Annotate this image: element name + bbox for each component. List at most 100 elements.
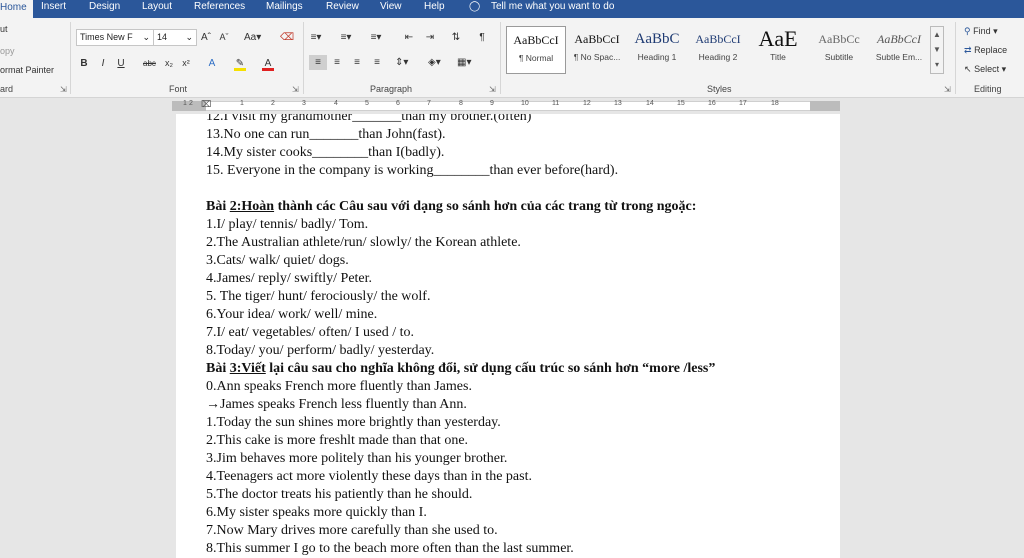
tab-layout[interactable]: Layout <box>142 1 172 12</box>
increase-indent-icon[interactable]: ⇥ <box>424 30 436 45</box>
chevron-down-icon: ⌄ <box>185 32 193 42</box>
clipboard-launcher-icon[interactable]: ⇲ <box>60 85 67 94</box>
sort-icon[interactable]: ⇅ <box>450 30 462 45</box>
tab-mailings[interactable]: Mailings <box>266 1 303 12</box>
ruler-tick-label: 7 <box>427 100 431 107</box>
text-effects-icon[interactable]: A <box>206 56 218 71</box>
tab-view[interactable]: View <box>380 1 402 12</box>
cut-button[interactable]: ut <box>0 24 8 34</box>
doc-line: 12.I visit my grandmother_______than my … <box>206 114 532 124</box>
highlight-icon[interactable]: ✎ <box>234 56 246 71</box>
change-case-icon[interactable]: Aa▾ <box>244 30 261 45</box>
grow-font-icon[interactable]: Aˆ <box>200 30 212 45</box>
clipboard-group-label: ard <box>0 84 14 94</box>
document-body[interactable]: 12.I visit my grandmother_______than my … <box>206 114 826 558</box>
replace-label: Replace <box>974 45 1008 55</box>
shading-icon[interactable]: ◈▾ <box>428 55 441 70</box>
document-page[interactable]: 12.I visit my grandmother_______than my … <box>176 114 840 558</box>
copy-button[interactable]: opy <box>0 46 15 56</box>
divider <box>500 22 501 94</box>
tab-help[interactable]: Help <box>424 1 445 12</box>
replace-button[interactable]: ⇄ Replace <box>964 45 1007 56</box>
list-item: 3.Cats/ walk/ quiet/ dogs. <box>206 253 349 268</box>
doc-line: 14.My sister cooks________than I(badly). <box>206 145 445 160</box>
strikethrough-button[interactable]: abc <box>143 56 156 71</box>
decrease-indent-icon[interactable]: ⇤ <box>403 30 415 45</box>
editing-group-label: Editing <box>974 84 1002 94</box>
borders-icon[interactable]: ▦▾ <box>457 55 471 70</box>
style-preview: AaBbCcI <box>877 32 921 46</box>
style-preview: AaE <box>758 26 798 51</box>
lightbulb-icon: ◯ <box>469 1 481 12</box>
clear-formatting-icon[interactable]: ⌫ <box>280 30 294 45</box>
tab-review[interactable]: Review <box>326 1 359 12</box>
select-label: Select <box>974 64 1000 74</box>
tab-insert[interactable]: Insert <box>41 1 66 12</box>
divider <box>303 22 304 94</box>
ruler-tick-label: 3 <box>302 100 306 107</box>
list-item: 7.Now Mary drives more carefully than sh… <box>206 523 498 538</box>
ruler-tick-label: 13 <box>614 100 622 107</box>
font-name-value: Times New F <box>80 32 133 42</box>
numbering-icon[interactable]: ≡▾ <box>340 30 352 45</box>
styles-launcher-icon[interactable]: ⇲ <box>944 85 951 94</box>
font-name-dropdown[interactable]: Times New F ⌄ <box>76 29 154 46</box>
style-no-spacing[interactable]: AaBbCcI ¶ No Spac... <box>567 26 627 74</box>
line-spacing-icon[interactable]: ⇕▾ <box>395 55 408 70</box>
align-right-icon[interactable]: ≡ <box>351 55 363 70</box>
heading-number: 2:Hoàn <box>229 199 275 214</box>
style-subtle-emphasis[interactable]: AaBbCcI Subtle Em... <box>869 26 929 74</box>
justify-icon[interactable]: ≡ <box>371 55 383 70</box>
ribbon-tab-bar: Home Insert Design Layout References Mai… <box>0 0 1024 18</box>
style-title[interactable]: AaE Title <box>748 26 808 74</box>
superscript-button[interactable]: x² <box>180 56 192 71</box>
font-color-icon[interactable]: A <box>262 56 274 71</box>
ruler-tick-label: 17 <box>739 100 747 107</box>
divider <box>70 22 71 94</box>
styles-scroll[interactable]: ▲ ▼ ▾ <box>930 26 944 74</box>
style-preview: AaBbCcI <box>695 32 741 46</box>
ruler-tick-label: 12 <box>583 100 591 107</box>
style-subtitle[interactable]: AaBbCc Subtitle <box>809 26 869 74</box>
list-item: →James speaks French less fluently than … <box>206 397 467 412</box>
tab-references[interactable]: References <box>194 1 245 12</box>
underline-button[interactable]: U <box>115 56 127 71</box>
font-launcher-icon[interactable]: ⇲ <box>292 85 299 94</box>
align-left-icon[interactable]: ≡ <box>309 55 327 70</box>
search-icon: ⚲ <box>964 26 971 36</box>
show-formatting-icon[interactable]: ¶ <box>476 30 488 45</box>
style-name: Subtle Em... <box>875 52 923 62</box>
doc-line: 13.No one can run_______than John(fast). <box>206 127 446 142</box>
shrink-font-icon[interactable]: Aˇ <box>218 30 230 45</box>
style-normal[interactable]: AaBbCcI ¶ Normal <box>506 26 566 74</box>
ruler-tick-label: 2 <box>189 100 193 107</box>
paragraph-launcher-icon[interactable]: ⇲ <box>489 85 496 94</box>
style-heading-1[interactable]: AaBbC Heading 1 <box>627 26 687 74</box>
tab-home[interactable]: Home <box>0 0 33 18</box>
italic-button[interactable]: I <box>97 56 109 71</box>
tell-me-search[interactable]: Tell me what you want to do <box>491 1 614 12</box>
bullets-icon[interactable]: ≡▾ <box>310 30 322 45</box>
horizontal-ruler[interactable]: ⌧ 1 2 1 2 3 4 5 6 7 8 9 10 11 12 13 14 15 16 17 18 <box>0 98 1024 114</box>
format-painter-button[interactable]: ormat Painter <box>0 65 54 75</box>
font-size-dropdown[interactable]: 14 ⌄ <box>153 29 197 46</box>
multilevel-list-icon[interactable]: ≡▾ <box>370 30 382 45</box>
ribbon: ut opy ormat Painter ard ⇲ Times New F ⌄ … <box>0 18 1024 98</box>
find-label: Find <box>973 26 991 36</box>
style-heading-2[interactable]: AaBbCcI Heading 2 <box>688 26 748 74</box>
select-button[interactable]: ↖ Select ▾ <box>964 64 1006 75</box>
ruler-tick-label: 15 <box>677 100 685 107</box>
font-size-value: 14 <box>157 32 168 42</box>
style-preview: AaBbCc <box>818 32 860 46</box>
find-button[interactable]: ⚲ Find ▾ <box>964 26 998 37</box>
list-item: 1.Today the sun shines more brightly tha… <box>206 415 501 430</box>
indent-marker-icon[interactable]: ⌧ <box>201 99 211 110</box>
heading-prefix: Bài <box>206 199 230 214</box>
align-center-icon[interactable]: ≡ <box>331 55 343 70</box>
bold-button[interactable]: B <box>78 56 90 71</box>
subscript-button[interactable]: x₂ <box>163 56 175 71</box>
doc-line: 15. Everyone in the company is working__… <box>206 163 619 178</box>
tab-design[interactable]: Design <box>89 1 120 12</box>
list-item: 8.This summer I go to the beach more oft… <box>206 541 574 556</box>
